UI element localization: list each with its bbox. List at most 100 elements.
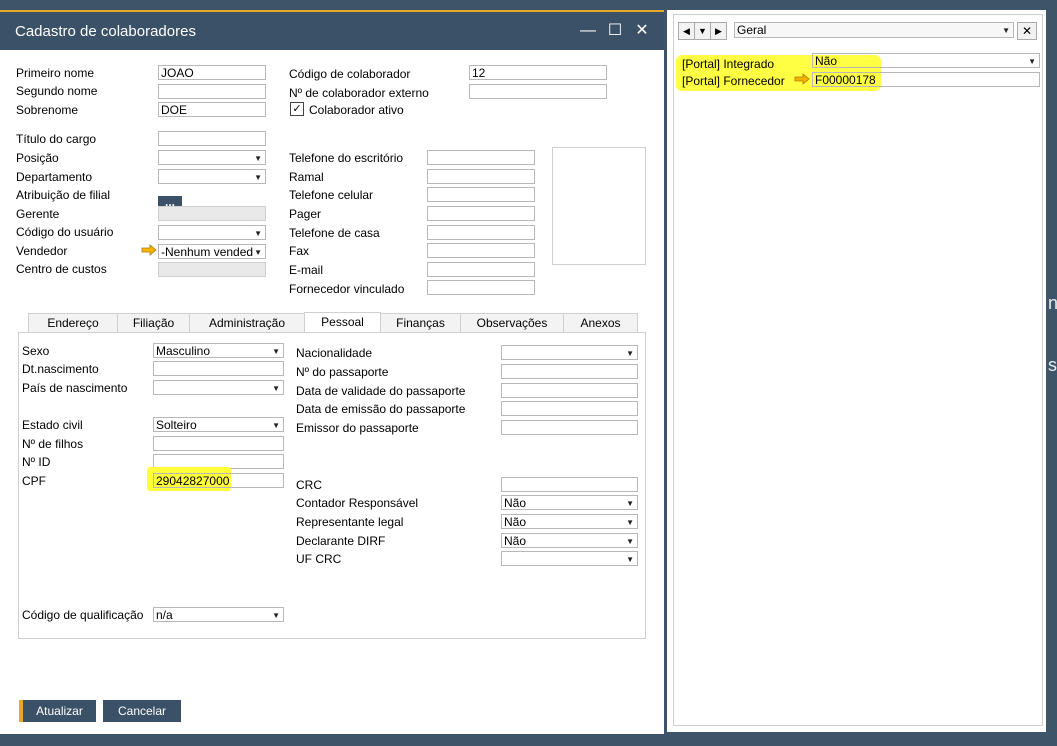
birth-country-dropdown[interactable] <box>153 380 284 395</box>
mobile-field[interactable] <box>427 187 535 202</box>
passport-no-label: Nº do passaporte <box>296 365 389 379</box>
passport-issuer-label: Emissor do passaporte <box>296 421 419 435</box>
background-glyph: s <box>1048 355 1057 375</box>
uf-crc-label: UF CRC <box>296 552 342 566</box>
children-label: Nº de filhos <box>22 437 84 451</box>
passport-issuer-field[interactable] <box>501 420 638 435</box>
dropdown-nav-icon[interactable]: ▼ <box>694 22 711 40</box>
nationality-label: Nacionalidade <box>296 346 373 360</box>
passport-no-field[interactable] <box>501 364 638 379</box>
tab-anexos[interactable]: Anexos <box>563 313 638 332</box>
portal-integrated-dropdown[interactable]: Não <box>812 53 1040 68</box>
category-dropdown[interactable]: Geral <box>734 22 1014 38</box>
active-checkbox[interactable]: ✓ <box>290 102 304 116</box>
crc-field[interactable] <box>501 477 638 492</box>
extension-label: Ramal <box>289 170 324 184</box>
sex-dropdown[interactable]: Masculino <box>153 343 284 358</box>
crc-label: CRC <box>296 478 322 492</box>
pager-label: Pager <box>289 207 322 221</box>
salesperson-dropdown[interactable]: -Nenhum vended <box>158 244 266 259</box>
qualification-code-dropdown[interactable]: n/a <box>153 607 284 622</box>
accountant-dropdown[interactable]: Não <box>501 495 638 510</box>
fax-field[interactable] <box>427 243 535 258</box>
marital-status-label: Estado civil <box>22 418 83 432</box>
office-phone-label: Telefone do escritório <box>289 151 404 165</box>
linked-vendor-label: Fornecedor vinculado <box>289 282 405 296</box>
sex-label: Sexo <box>22 344 50 358</box>
fax-label: Fax <box>289 244 310 258</box>
children-field[interactable] <box>153 436 284 451</box>
tab-pessoal[interactable]: Pessoal <box>304 312 381 333</box>
office-phone-field[interactable] <box>427 150 535 165</box>
employee-code-label: Código de colaborador <box>289 67 411 81</box>
salesperson-label: Vendedor <box>16 244 68 258</box>
employee-code-field[interactable]: 12 <box>469 65 607 80</box>
user-defined-fields-pane: ◀ ▼ ▶ Geral ✕ [Portal] Integrado Não [Po… <box>664 10 1046 732</box>
email-field[interactable] <box>427 262 535 277</box>
job-title-field[interactable] <box>158 131 266 146</box>
accountant-label: Contador Responsável <box>296 496 419 510</box>
passport-issue-field[interactable] <box>501 401 638 416</box>
legal-rep-label: Representante legal <box>296 515 404 529</box>
position-dropdown[interactable] <box>158 150 266 165</box>
close-pane-icon[interactable]: ✕ <box>1017 22 1037 40</box>
tab-strip: Endereço Filiação Administração Pessoal … <box>28 312 638 333</box>
update-button[interactable]: Atualizar <box>19 700 96 722</box>
tab-endereco[interactable]: Endereço <box>28 313 118 332</box>
tab-financas[interactable]: Finanças <box>380 313 461 332</box>
user-code-dropdown[interactable] <box>158 225 266 240</box>
uf-crc-dropdown[interactable] <box>501 551 638 566</box>
window-title: Cadastro de colaboradores <box>15 23 196 40</box>
tab-administracao[interactable]: Administração <box>189 313 305 332</box>
id-no-label: Nº ID <box>22 455 51 469</box>
active-label: Colaborador ativo <box>309 103 404 117</box>
extension-field[interactable] <box>427 169 535 184</box>
middle-name-label: Segundo nome <box>16 84 98 98</box>
home-phone-label: Telefone de casa <box>289 226 380 240</box>
minimize-icon[interactable]: — <box>578 21 598 41</box>
link-arrow-icon[interactable] <box>141 244 157 256</box>
user-code-label: Código do usuário <box>16 225 114 239</box>
linked-vendor-field[interactable] <box>427 280 535 295</box>
department-dropdown[interactable] <box>158 169 266 184</box>
passport-issue-label: Data de emissão do passaporte <box>296 402 466 416</box>
portal-vendor-label: [Portal] Fornecedor <box>682 74 785 88</box>
dirf-dropdown[interactable]: Não <box>501 533 638 548</box>
dirf-label: Declarante DIRF <box>296 534 386 548</box>
next-icon[interactable]: ▶ <box>710 22 727 40</box>
passport-expiry-field[interactable] <box>501 383 638 398</box>
employee-master-window: Cadastro de colaboradores — ☐ ✕ Primeiro… <box>0 10 664 734</box>
branch-label: Atribuição de filial <box>16 188 111 202</box>
portal-vendor-field[interactable]: F00000178 <box>812 72 1040 87</box>
home-phone-field[interactable] <box>427 225 535 240</box>
cancel-button[interactable]: Cancelar <box>103 700 181 722</box>
previous-icon[interactable]: ◀ <box>678 22 695 40</box>
mobile-label: Telefone celular <box>289 188 374 202</box>
email-label: E-mail <box>289 263 324 277</box>
birth-country-label: País de nascimento <box>22 381 128 395</box>
nationality-dropdown[interactable] <box>501 345 638 360</box>
cpf-label: CPF <box>22 474 46 488</box>
last-name-field[interactable]: DOE <box>158 102 266 117</box>
middle-name-field[interactable] <box>158 84 266 99</box>
passport-expiry-label: Data de validade do passaporte <box>296 384 466 398</box>
tab-filiacao[interactable]: Filiação <box>117 313 190 332</box>
external-no-field[interactable] <box>469 84 607 99</box>
tab-observacoes[interactable]: Observações <box>460 313 564 332</box>
first-name-label: Primeiro nome <box>16 66 95 80</box>
legal-rep-dropdown[interactable]: Não <box>501 514 638 529</box>
birth-date-field[interactable] <box>153 361 284 376</box>
position-label: Posição <box>16 151 59 165</box>
udf-inner-panel: ◀ ▼ ▶ Geral ✕ [Portal] Integrado Não [Po… <box>673 14 1043 726</box>
first-name-field[interactable]: JOAO <box>158 65 266 80</box>
marital-status-dropdown[interactable]: Solteiro <box>153 417 284 432</box>
link-arrow-icon[interactable] <box>794 73 810 85</box>
pager-field[interactable] <box>427 206 535 221</box>
maximize-icon[interactable]: ☐ <box>605 21 625 41</box>
qualification-code-label: Código de qualificação <box>22 608 144 622</box>
portal-integrated-label: [Portal] Integrado <box>682 57 775 71</box>
employee-photo-box[interactable] <box>552 147 646 265</box>
department-label: Departamento <box>16 170 93 184</box>
close-icon[interactable]: ✕ <box>632 21 652 41</box>
cpf-field[interactable]: 29042827000 <box>153 473 284 488</box>
